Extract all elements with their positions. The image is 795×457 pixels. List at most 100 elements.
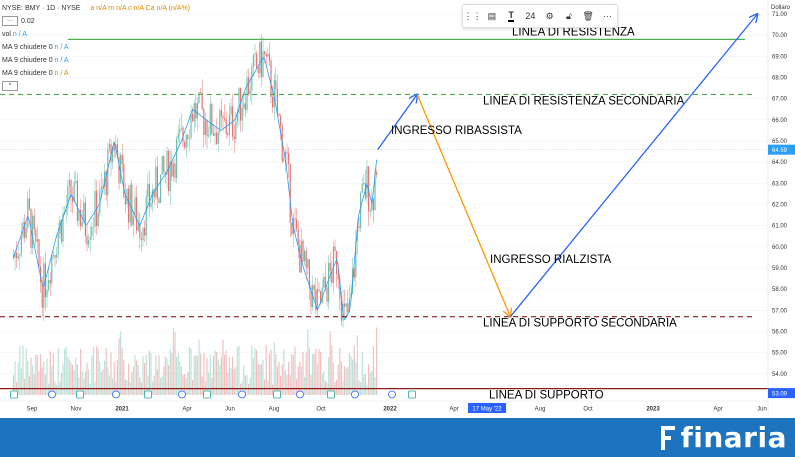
drag-handle-icon[interactable]: ⋮⋮ — [464, 9, 482, 23]
volume-bar — [286, 374, 288, 395]
volume-bar — [153, 375, 155, 395]
time-tick: Nov — [71, 407, 82, 413]
volume-bar — [75, 357, 77, 395]
volume-bar — [316, 363, 319, 395]
volume-bar — [337, 365, 339, 395]
volume-bar — [321, 374, 323, 395]
volume-bar — [190, 348, 192, 395]
volume-bar — [339, 347, 341, 395]
line-color-icon[interactable]: T — [504, 9, 518, 23]
candle-body — [278, 114, 280, 117]
volume-bar — [332, 362, 335, 395]
price-tick: 69.00 — [772, 54, 788, 60]
candle-body — [376, 172, 378, 175]
volume-bar — [344, 365, 346, 395]
volume-bar — [364, 373, 367, 395]
lock-icon[interactable]: 🔓︎ — [562, 9, 576, 23]
candle-body — [25, 227, 27, 238]
candle-body — [113, 146, 115, 151]
candle-body — [155, 166, 157, 197]
time-axis[interactable]: Sep Nov 2021 Apr Jun Aug Oct 2022 Apr 17 May '22 A… — [0, 390, 768, 413]
candle-body — [190, 113, 192, 139]
candle-body — [296, 219, 298, 230]
price-tick: 56.00 — [772, 330, 788, 336]
price-tick: 57.00 — [772, 308, 788, 314]
candle-body — [32, 215, 34, 249]
candle-body — [172, 163, 175, 177]
template-icon[interactable]: ▤ — [485, 9, 499, 23]
volume-bar — [294, 346, 296, 395]
volume-bar — [104, 360, 106, 395]
volume-bar — [99, 361, 101, 395]
volume-bar — [273, 342, 275, 395]
candle-body — [136, 197, 138, 231]
volume-bar — [366, 384, 368, 395]
volume-bar — [336, 379, 338, 395]
volume-bar — [144, 363, 146, 395]
candle-body — [188, 138, 191, 139]
volume-bar — [102, 369, 104, 395]
ma3-value: n / A — [54, 70, 69, 77]
volume-bar — [76, 364, 79, 395]
volume-bar — [19, 346, 21, 395]
candle-body — [152, 189, 154, 203]
candle-body — [187, 134, 189, 139]
time-tick: 2022 — [383, 407, 397, 413]
time-tick: Apr — [182, 407, 191, 413]
volume-bar — [116, 360, 119, 395]
volume-bar — [44, 374, 47, 395]
candle-body — [361, 184, 363, 193]
candle-body — [147, 183, 149, 197]
ma1-label: MA 9 chiudere 0 — [2, 44, 53, 51]
volume-bar — [243, 365, 245, 395]
candle-body — [214, 132, 216, 136]
interval-value[interactable]: 24 — [523, 9, 537, 23]
level-label: LINEA DI RESISTENZA SECONDARIA — [483, 95, 685, 107]
volume-bar — [118, 338, 120, 395]
volume-bar — [329, 331, 331, 395]
candle-body — [244, 103, 247, 110]
candle-body — [200, 91, 202, 93]
volume-bar — [136, 360, 138, 395]
candle-body — [160, 174, 162, 204]
settings-icon[interactable]: ⚙ — [543, 9, 557, 23]
candle-body — [75, 180, 77, 183]
volume-bar — [297, 366, 299, 395]
candle-body — [345, 303, 347, 307]
delete-icon[interactable]: 🗑︎ — [581, 9, 595, 23]
volume-bar — [262, 359, 264, 395]
candle-body — [249, 90, 251, 95]
candle-body — [241, 108, 243, 121]
volume-bar — [86, 362, 88, 395]
candle-body — [313, 285, 315, 290]
price-tick: 65.00 — [772, 139, 788, 145]
candle-body — [38, 239, 40, 267]
volume-bar — [355, 362, 357, 395]
candle-body — [97, 213, 99, 227]
long-entry-label: INGRESSO RIALZISTA — [490, 254, 612, 266]
volume-bar — [123, 359, 125, 395]
volume-bar — [251, 345, 253, 395]
candle-body — [16, 252, 18, 259]
collapse-icon[interactable]: ··· — [2, 16, 18, 27]
candle-body — [230, 106, 232, 115]
volume-bar — [33, 374, 35, 395]
price-tick: 61.00 — [772, 224, 788, 230]
candle-body — [286, 151, 288, 154]
candle-body — [134, 197, 136, 217]
volume-bar — [96, 346, 98, 395]
price-tick: 64.00 — [772, 160, 788, 166]
time-tick: Oct — [583, 407, 593, 413]
volume-bar — [284, 370, 287, 395]
price-scale[interactable]: Dollaro71.00 70.00 69.00 68.00 67.00 66.00 65.… — [767, 0, 795, 418]
time-tick: 2021 — [115, 407, 129, 413]
volume-value: n / A — [12, 31, 27, 38]
candle-body — [294, 218, 296, 220]
candle-body — [256, 53, 258, 68]
projection-arrows — [377, 14, 758, 317]
candle-body — [307, 259, 309, 268]
symbol-label[interactable]: NYSE: BMY · 1D · NYSE — [2, 5, 80, 12]
more-icon[interactable]: ··· — [600, 9, 614, 23]
candle-body — [142, 227, 144, 241]
expand-icon[interactable]: ^ — [2, 81, 18, 92]
